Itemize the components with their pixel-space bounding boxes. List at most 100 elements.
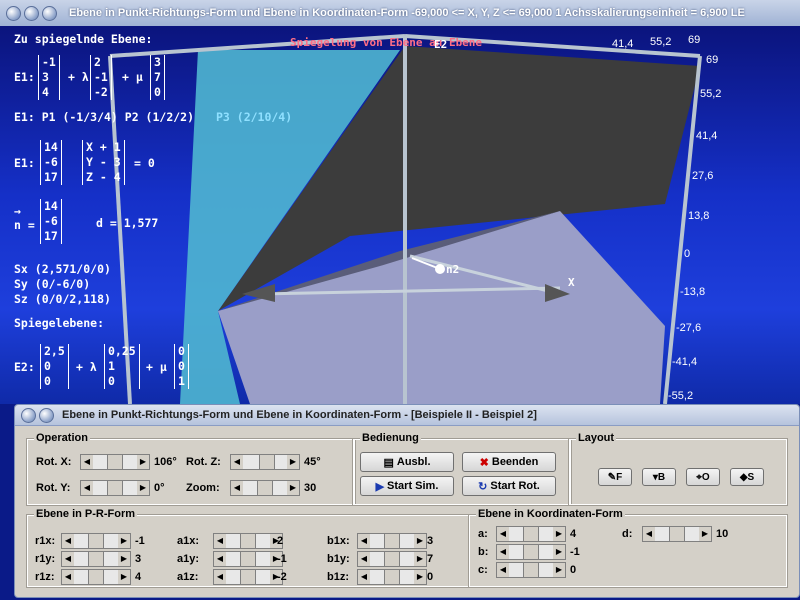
scroll-left-icon[interactable]: ◀ — [358, 534, 370, 548]
prform-r-label: r1z: — [35, 571, 55, 583]
e2-mu: + μ — [146, 360, 167, 374]
scroll-left-icon[interactable]: ◀ — [231, 481, 243, 495]
e1-n-matrix: 14 -6 17 — [40, 140, 62, 185]
layout-o-button[interactable]: ⌖ O — [686, 468, 720, 486]
close-icon[interactable] — [6, 5, 21, 21]
tick-label: -13,8 — [680, 286, 706, 298]
koord-c-scrollbar[interactable]: ◀ ▶ — [496, 562, 566, 578]
rot-y-label: Rot. Y: — [36, 482, 71, 494]
prform-r-scrollbar[interactable]: ◀ ▶ — [61, 533, 131, 549]
scroll-left-icon[interactable]: ◀ — [62, 552, 74, 566]
scroll-left-icon[interactable]: ◀ — [62, 534, 74, 548]
rot-z-value: 45° — [304, 456, 321, 468]
scroll-left-icon[interactable]: ◀ — [62, 570, 74, 584]
scroll-left-icon[interactable]: ◀ — [214, 552, 226, 566]
scroll-right-icon[interactable]: ▶ — [553, 527, 565, 541]
scroll-right-icon[interactable]: ▶ — [414, 534, 426, 548]
close-icon[interactable] — [21, 407, 36, 423]
e2-label: E2: — [14, 360, 35, 374]
scroll-left-icon[interactable]: ◀ — [497, 527, 509, 541]
paint-icon: ◆ — [739, 471, 748, 483]
koord-a-scrollbar[interactable]: ◀ ▶ — [496, 526, 566, 542]
scroll-right-icon[interactable]: ▶ — [699, 527, 711, 541]
scroll-right-icon[interactable]: ▶ — [137, 481, 149, 495]
scroll-left-icon[interactable]: ◀ — [358, 552, 370, 566]
minimize-icon[interactable] — [24, 5, 39, 21]
minimize-icon[interactable] — [39, 407, 54, 423]
scroll-right-icon[interactable]: ▶ — [414, 552, 426, 566]
scroll-right-icon[interactable]: ▶ — [287, 481, 299, 495]
scroll-left-icon[interactable]: ◀ — [81, 481, 93, 495]
scroll-left-icon[interactable]: ◀ — [497, 563, 509, 577]
koord-b-label: b: — [478, 546, 489, 558]
scroll-left-icon[interactable]: ◀ — [358, 570, 370, 584]
koord-a-label: a: — [478, 528, 488, 540]
top-tick-label: 69 — [688, 34, 701, 46]
prform-r-label: r1x: — [35, 535, 56, 547]
e2-v2-matrix: 001 — [174, 344, 189, 389]
scroll-right-icon[interactable]: ▶ — [553, 545, 565, 559]
rot-z-scrollbar[interactable]: ◀ ▶ — [230, 454, 300, 470]
prform-b-scrollbar[interactable]: ◀ ▶ — [357, 551, 427, 567]
scroll-right-icon[interactable]: ▶ — [414, 570, 426, 584]
scroll-right-icon[interactable]: ▶ — [118, 570, 130, 584]
normal-matrix: 14 -6 17 — [40, 199, 62, 244]
rot-y-scrollbar[interactable]: ◀ ▶ — [80, 480, 150, 496]
prform-a-scrollbar[interactable]: ◀ ▶ — [213, 551, 283, 567]
koord-c-value: 0 — [570, 564, 577, 576]
start-sim-button[interactable]: ▶ Start Sim. — [360, 476, 454, 496]
scroll-right-icon[interactable]: ▶ — [118, 552, 130, 566]
prform-a-scrollbar[interactable]: ◀ ▶ — [213, 533, 283, 549]
panel-controls — [21, 407, 54, 423]
3d-scene[interactable]: Zu spiegelnde Ebene: Spiegelung von Eben… — [0, 26, 800, 404]
scroll-right-icon[interactable]: ▶ — [287, 455, 299, 469]
scroll-right-icon[interactable]: ▶ — [118, 534, 130, 548]
prform-b-scrollbar[interactable]: ◀ ▶ — [357, 569, 427, 585]
layout-s-button[interactable]: ◆ S — [730, 468, 764, 486]
prform-a-label: a1z: — [177, 571, 199, 583]
zoom-value: 30 — [304, 482, 317, 494]
koord-b-scrollbar[interactable]: ◀ ▶ — [496, 544, 566, 560]
n2-label: n2 — [446, 263, 460, 276]
scroll-left-icon[interactable]: ◀ — [231, 455, 243, 469]
prform-b-label: b1y: — [327, 553, 350, 565]
ausbl-button[interactable]: ▤ Ausbl. — [360, 452, 454, 472]
scroll-left-icon[interactable]: ◀ — [214, 534, 226, 548]
e1-points: E1: P1 (-1/3/4) P2 (1/2/2) — [14, 110, 195, 124]
group-koordform: Ebene in Koordinaten-Form a: ◀ ▶ 4 b: ◀ ▶ … — [468, 508, 788, 588]
scroll-left-icon[interactable]: ◀ — [497, 545, 509, 559]
beenden-button[interactable]: ✖ Beenden — [462, 452, 556, 472]
e1-label: E1: — [14, 70, 35, 84]
tick-label: 69 — [706, 54, 719, 66]
rot-x-scrollbar[interactable]: ◀ ▶ — [80, 454, 150, 470]
scroll-right-icon[interactable]: ▶ — [553, 563, 565, 577]
start-rot-button[interactable]: ↻ Start Rot. — [462, 476, 556, 496]
maximize-icon[interactable] — [42, 5, 57, 21]
prform-b-value: 7 — [427, 553, 434, 565]
intercept-z: Sz (0/0/2,118) — [14, 292, 111, 306]
prform-a-value: -2 — [277, 571, 287, 583]
group-koordform-label: Ebene in Koordinaten-Form — [476, 508, 625, 520]
normal-d: d = 1,577 — [96, 216, 159, 230]
prform-r-scrollbar[interactable]: ◀ ▶ — [61, 551, 131, 567]
zoom-scrollbar[interactable]: ◀ ▶ — [230, 480, 300, 496]
scroll-right-icon[interactable]: ▶ — [137, 455, 149, 469]
prform-b-scrollbar[interactable]: ◀ ▶ — [357, 533, 427, 549]
scroll-left-icon[interactable]: ◀ — [214, 570, 226, 584]
window-title: Ebene in Punkt-Richtungs-Form und Ebene … — [69, 7, 745, 19]
koord-d-scrollbar[interactable]: ◀ ▶ — [642, 526, 712, 542]
layout-f-button[interactable]: ✎ F — [598, 468, 632, 486]
layout-b-button[interactable]: ▾ B — [642, 468, 676, 486]
scroll-left-icon[interactable]: ◀ — [81, 455, 93, 469]
prform-a-label: a1x: — [177, 535, 200, 547]
panel-title: Ebene in Punkt-Richtungs-Form und Ebene … — [62, 409, 537, 421]
e1-coord-label: E1: — [14, 156, 35, 170]
group-layout: Layout ✎ F ▾ B ⌖ O ◆ S — [568, 432, 788, 506]
prform-a-scrollbar[interactable]: ◀ ▶ — [213, 569, 283, 585]
scroll-left-icon[interactable]: ◀ — [643, 527, 655, 541]
heading-zu-spiegelnde: Zu spiegelnde Ebene: — [14, 32, 153, 46]
intercept-x: Sx (2,571/0/0) — [14, 262, 111, 276]
prform-r-scrollbar[interactable]: ◀ ▶ — [61, 569, 131, 585]
e2-v1-matrix: 0,25 1 0 — [104, 344, 140, 389]
rot-y-value: 0° — [154, 482, 165, 494]
